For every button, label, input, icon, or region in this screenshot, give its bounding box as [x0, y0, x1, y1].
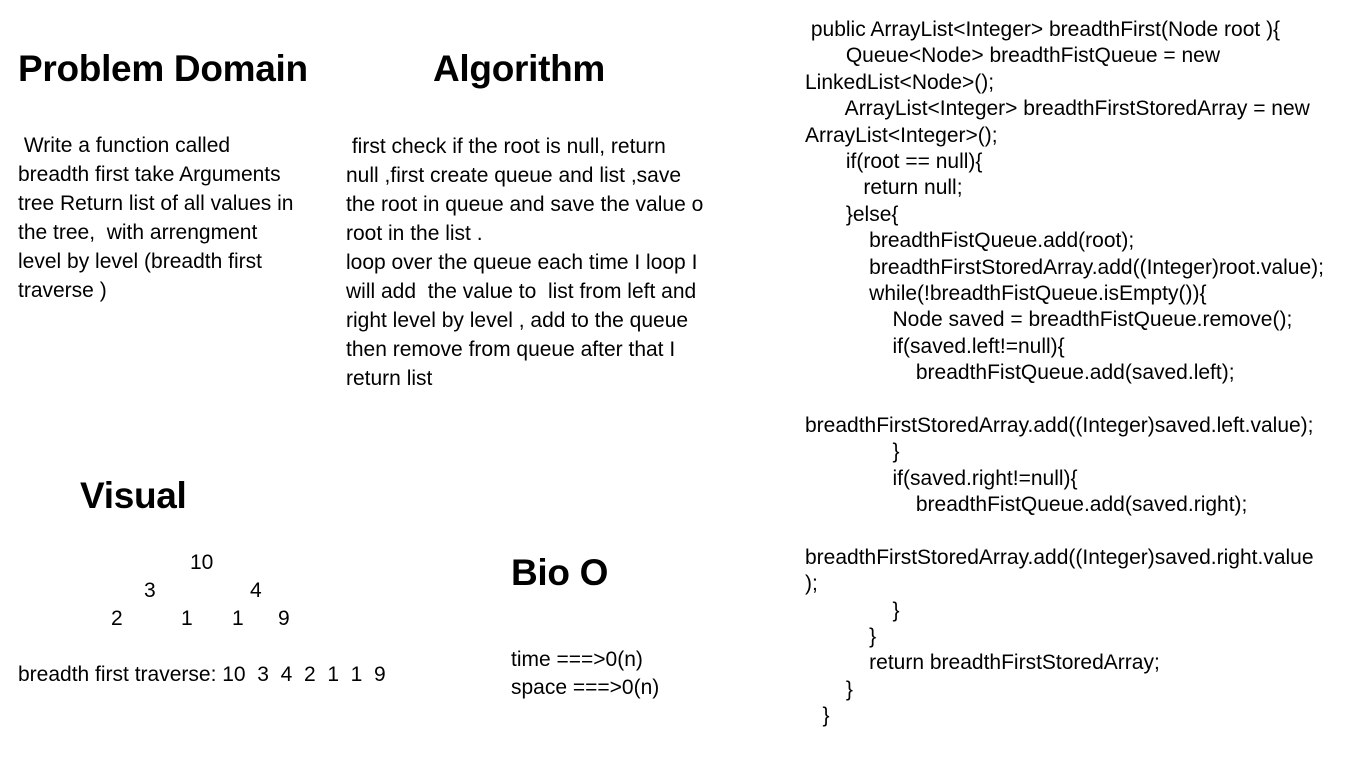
problem-domain-line: tree Return list of all values in [18, 192, 294, 215]
code-line: if(saved.left!=null){ [805, 334, 1065, 358]
code-line: while(!breadthFistQueue.isEmpty()){ [805, 281, 1207, 305]
algorithm-line: null ,first create queue and list ,save [346, 164, 682, 187]
algorithm-line: loop over the queue each time I loop I [346, 251, 698, 274]
code-line: ArrayList<Integer>(); [805, 123, 998, 147]
code-line: } [805, 598, 900, 622]
algorithm-line: will add the value to list from left and [346, 280, 697, 303]
code-line: } [805, 704, 830, 728]
code-line: breadthFirstStoredArray.add((Integer)sav… [805, 413, 1314, 437]
time-complexity: time ===>0(n) [511, 648, 643, 671]
code-line: public ArrayList<Integer> breadthFirst(N… [805, 18, 1281, 41]
big-o-title: Bio O [511, 552, 609, 593]
code-line: breadthFistQueue.add(saved.right); [805, 493, 1248, 517]
tree-node-leaf: 9 [278, 607, 290, 630]
code-line: ); [805, 572, 818, 596]
code-line: ArrayList<Integer> breadthFirstStoredArr… [805, 97, 1310, 121]
code-line: Queue<Node> breadthFistQueue = new [805, 44, 1221, 68]
problem-domain-line: Write a function called [18, 134, 231, 157]
code-line: } [805, 440, 900, 464]
code-line: if(root == null){ [805, 149, 983, 173]
algorithm-line: return list [346, 367, 433, 390]
code-line: LinkedList<Node>(); [805, 70, 995, 94]
traverse-result: breadth first traverse: 10 3 4 2 1 1 9 [18, 663, 386, 686]
visual-title: Visual [80, 475, 187, 516]
code-line: breadthFirstStoredArray.add((Integer)sav… [805, 545, 1314, 569]
space-complexity: space ===>0(n) [511, 676, 660, 699]
tree-node-right: 4 [250, 579, 262, 602]
tree-node-left: 3 [144, 579, 156, 602]
tree-node-root: 10 [190, 551, 214, 574]
problem-domain-text: Write a function called breadth first ta… [18, 131, 333, 305]
problem-domain-line: breadth first take Arguments [18, 163, 281, 186]
problem-domain-line: level by level (breadth first [18, 250, 262, 273]
code-line: }else{ [805, 202, 899, 226]
algorithm-text: first check if the root is null, return … [346, 132, 756, 393]
code-line: return breadthFirstStoredArray; [805, 651, 1160, 675]
problem-domain-line: the tree, with arrengment [18, 221, 258, 244]
tree-node-leaf: 1 [181, 607, 193, 630]
code-block: public ArrayList<Integer> breadthFirst(N… [805, 17, 1360, 730]
code-line: if(saved.right!=null){ [805, 466, 1078, 490]
code-line: breadthFirstStoredArray.add((Integer)roo… [805, 255, 1324, 279]
algorithm-line: then remove from queue after that I [346, 338, 676, 361]
problem-domain-line: traverse ) [18, 279, 107, 302]
algorithm-line: right level by level , add to the queue [346, 309, 689, 332]
code-line: breadthFistQueue.add(saved.left); [805, 361, 1235, 385]
algorithm-line: root in the list . [346, 222, 483, 245]
code-line: } [805, 677, 853, 701]
algorithm-line: the root in queue and save the value o [346, 193, 704, 216]
algorithm-title: Algorithm [433, 48, 606, 89]
algorithm-line: first check if the root is null, return [346, 135, 666, 158]
tree-node-leaf: 1 [232, 607, 244, 630]
code-line: breadthFistQueue.add(root); [805, 229, 1135, 253]
complexity-text: time ===>0(n) space ===>0(n) [511, 646, 659, 702]
code-line: } [805, 624, 877, 648]
tree-node-leaf: 2 [111, 607, 123, 630]
code-line: Node saved = breadthFistQueue.remove(); [805, 308, 1293, 332]
code-line: return null; [805, 176, 963, 200]
problem-domain-title: Problem Domain [18, 48, 308, 89]
